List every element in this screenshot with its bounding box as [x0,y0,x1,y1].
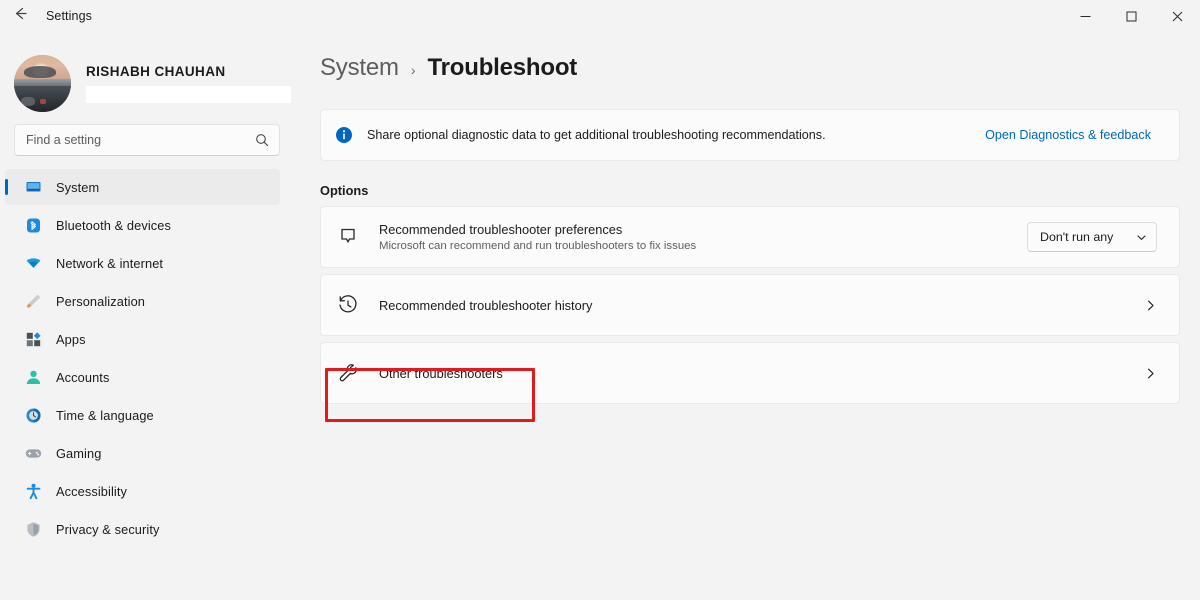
sidebar-item-accessibility[interactable]: Accessibility [5,473,280,509]
sidebar-item-label: Accessibility [56,483,127,499]
app-title: Settings [46,9,92,23]
card-title: Recommended troubleshooter history [379,297,593,313]
search-icon [255,133,269,147]
wifi-icon [24,254,42,272]
section-title-options: Options [320,183,369,198]
window-controls [1062,0,1200,32]
gamepad-icon [24,444,42,462]
sidebar-item-label: Gaming [56,445,102,461]
minimize-button[interactable] [1062,0,1108,32]
sidebar-nav: System Bluetooth & devices Network & int… [0,169,300,547]
back-button[interactable] [0,0,40,32]
chevron-right-icon[interactable] [1144,367,1157,380]
user-profile[interactable]: RISHABH CHAUHAN [0,32,300,118]
sidebar-item-gaming[interactable]: Gaming [5,435,280,471]
sidebar-item-accounts[interactable]: Accounts [5,359,280,395]
banner-text: Share optional diagnostic data to get ad… [367,128,826,142]
sidebar-item-bluetooth-devices[interactable]: Bluetooth & devices [5,207,280,243]
title-bar: Settings [0,0,1200,32]
sidebar-item-label: Bluetooth & devices [56,217,172,233]
bluetooth-icon [24,216,42,234]
main-content: System › Troubleshoot Share optional dia… [300,32,1200,600]
sidebar-item-time-language[interactable]: Time & language [5,397,280,433]
search-box[interactable] [14,124,280,156]
card-title: Recommended troubleshooter preferences [379,222,623,237]
chevron-right-icon[interactable] [1144,299,1157,312]
apps-grid-icon [24,330,42,348]
arrow-left-icon [12,5,29,27]
sidebar-item-label: Time & language [56,407,154,423]
card-title: Other troubleshooters [379,365,503,381]
sidebar-item-label: Accounts [56,369,110,385]
chevron-down-icon [1136,232,1147,243]
paintbrush-icon [24,292,42,310]
avatar [14,55,71,112]
accessibility-person-icon [24,482,42,500]
sidebar-item-label: System [56,179,100,195]
chevron-right-icon: › [410,62,416,78]
sidebar-item-personalization[interactable]: Personalization [5,283,280,319]
close-icon [1172,11,1183,22]
sidebar-item-apps[interactable]: Apps [5,321,280,357]
monitor-icon [24,178,42,196]
shield-icon [24,520,42,538]
feedback-bubble-icon [335,224,361,250]
info-icon [335,126,353,144]
maximize-button[interactable] [1108,0,1154,32]
clock-globe-icon [24,406,42,424]
search-input[interactable] [15,125,279,155]
breadcrumb-parent[interactable]: System [320,54,399,82]
sidebar-item-label: Privacy & security [56,521,160,537]
card-recommended-troubleshooter-history[interactable]: Recommended troubleshooter history [320,274,1180,336]
profile-name: RISHABH CHAUHAN [86,64,226,79]
maximize-icon [1126,11,1137,22]
sidebar-item-network-internet[interactable]: Network & internet [5,245,280,281]
person-icon [24,368,42,386]
breadcrumb: System › Troubleshoot [300,32,1200,82]
wrench-icon [335,360,361,386]
card-recommended-troubleshooter-preferences[interactable]: Recommended troubleshooter preferences M… [320,206,1180,268]
recommended-troubleshooter-preferences-dropdown[interactable]: Don't run any [1027,222,1157,252]
dropdown-value: Don't run any [1040,230,1114,244]
close-button[interactable] [1154,0,1200,32]
sidebar-item-label: Network & internet [56,255,164,271]
sidebar-item-label: Personalization [56,293,145,309]
profile-email-redacted [86,86,291,103]
page-title: Troubleshoot [427,54,578,81]
sidebar-item-privacy-security[interactable]: Privacy & security [5,511,280,547]
sidebar-item-system[interactable]: System [5,169,280,205]
card-subtitle: Microsoft can recommend and run troubles… [379,240,697,252]
sidebar-item-label: Apps [56,331,86,347]
diagnostic-data-banner: Share optional diagnostic data to get ad… [320,109,1180,161]
card-other-troubleshooters[interactable]: Other troubleshooters [320,342,1180,404]
open-diagnostics-feedback-link[interactable]: Open Diagnostics & feedback [985,128,1151,142]
minimize-icon [1080,11,1091,22]
history-clock-icon [335,292,361,318]
sidebar: RISHABH CHAUHAN System [0,32,300,600]
